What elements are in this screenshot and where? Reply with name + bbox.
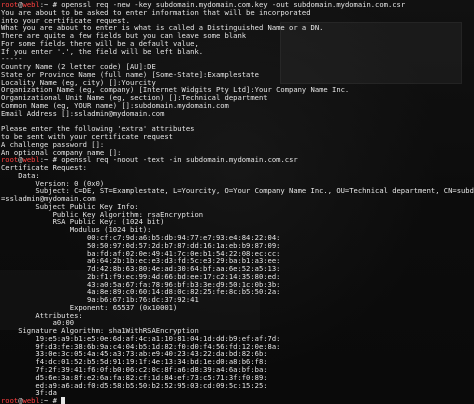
prompt-rest: :~ #: [39, 396, 62, 404]
prompt-line: root@webl:~ #: [1, 397, 474, 404]
prompt-host: webl: [22, 396, 40, 404]
output-line: Certificate Request:: [1, 163, 87, 173]
output-line: If you enter '.', the field will be left…: [1, 46, 204, 56]
terminal-window[interactable]: root@webl:~ # openssl req -new -key subd…: [0, 0, 474, 404]
terminal-output: root@webl:~ # openssl req -new -key subd…: [1, 1, 474, 404]
output-line: 3f:da: [1, 388, 57, 398]
output-line: Email Address []:ssladmin@mydomain.com: [1, 108, 165, 118]
command-text: openssl req -noout -text -in subdomain.m…: [61, 155, 298, 165]
output-line: ed:a9:a6:ad:f0:d5:58:b5:50:b2:52:95:03:c…: [1, 380, 268, 390]
text-cursor[interactable]: [61, 397, 66, 404]
prompt-user: root: [1, 396, 19, 404]
